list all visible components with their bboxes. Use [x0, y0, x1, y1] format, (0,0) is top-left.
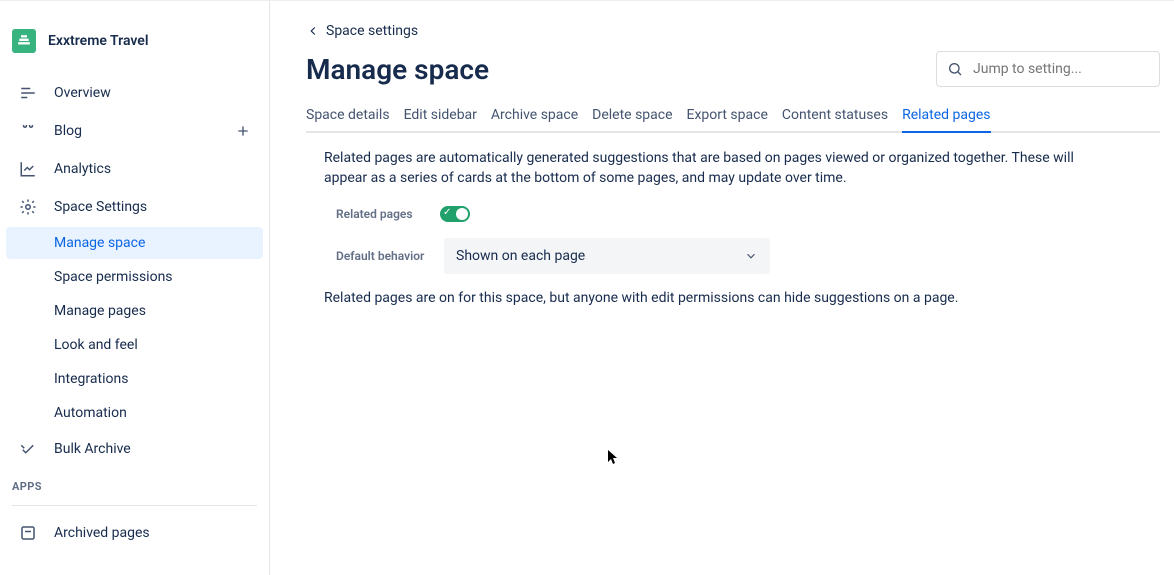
tab-delete-space[interactable]: Delete space: [592, 99, 672, 131]
default-behavior-select[interactable]: Shown on each page: [444, 238, 770, 274]
sidebar-item-label: Integrations: [54, 371, 128, 387]
add-blog-icon[interactable]: [235, 123, 251, 139]
related-pages-toggle[interactable]: ✓: [440, 206, 470, 222]
related-pages-description: Related pages are automatically generate…: [306, 149, 1160, 188]
tab-archive-space[interactable]: Archive space: [491, 99, 578, 131]
tabs: Space details Edit sidebar Archive space…: [306, 99, 1160, 133]
sidebar-item-manage-space[interactable]: Manage space: [6, 227, 263, 259]
divider: [12, 505, 257, 506]
tab-related-pages[interactable]: Related pages: [902, 99, 990, 131]
settings-search-box[interactable]: [936, 51, 1160, 87]
sidebar-item-label: Bulk Archive: [54, 441, 131, 457]
sidebar-item-analytics[interactable]: Analytics: [6, 151, 263, 187]
space-header: Exxtreme Travel: [0, 19, 269, 74]
search-icon: [947, 61, 963, 77]
sidebar: Exxtreme Travel Overview Blog Analytics …: [0, 1, 270, 575]
bulk-archive-icon: [18, 439, 38, 459]
settings-search-input[interactable]: [973, 61, 1151, 77]
space-logo: [12, 29, 36, 53]
tab-export-space[interactable]: Export space: [687, 99, 768, 131]
sidebar-item-integrations[interactable]: Integrations: [6, 363, 263, 395]
sidebar-item-blog[interactable]: Blog: [6, 113, 263, 149]
analytics-icon: [18, 159, 38, 179]
overview-icon: [18, 83, 38, 103]
sidebar-item-label: Manage pages: [54, 303, 146, 319]
default-behavior-label: Default behavior: [336, 249, 432, 263]
sidebar-item-label: Analytics: [54, 161, 111, 177]
blog-icon: [18, 121, 38, 141]
sidebar-item-label: Blog: [54, 123, 82, 139]
sidebar-item-bulk-archive[interactable]: Bulk Archive: [6, 431, 263, 467]
sidebar-item-label: Manage space: [54, 235, 145, 251]
sidebar-item-label: Space Settings: [54, 199, 147, 215]
main-content: Space settings Manage space Space detail…: [270, 1, 1174, 575]
toggle-knob: [456, 208, 468, 220]
sidebar-item-archived-pages[interactable]: Archived pages: [6, 515, 263, 551]
tab-space-details[interactable]: Space details: [306, 99, 390, 131]
sidebar-item-manage-pages[interactable]: Manage pages: [6, 295, 263, 327]
chevron-left-icon: [306, 24, 320, 38]
sidebar-item-label: Space permissions: [54, 269, 173, 285]
space-name: Exxtreme Travel: [48, 33, 148, 49]
sidebar-item-space-settings[interactable]: Space Settings: [6, 189, 263, 225]
back-link-label: Space settings: [326, 23, 418, 39]
sidebar-item-overview[interactable]: Overview: [6, 75, 263, 111]
sidebar-item-label: Overview: [54, 85, 111, 101]
tab-content-statuses[interactable]: Content statuses: [782, 99, 888, 131]
tab-edit-sidebar[interactable]: Edit sidebar: [404, 99, 477, 131]
sidebar-item-automation[interactable]: Automation: [6, 397, 263, 429]
check-icon: ✓: [443, 208, 451, 218]
related-pages-note: Related pages are on for this space, but…: [306, 290, 1160, 306]
sidebar-item-label: Look and feel: [54, 337, 138, 353]
archived-pages-icon: [18, 523, 38, 543]
toggle-label: Related pages: [336, 207, 432, 221]
apps-section-label: APPS: [0, 468, 269, 501]
back-link[interactable]: Space settings: [306, 23, 418, 39]
sidebar-item-label: Archived pages: [54, 525, 150, 541]
toggle-row: Related pages ✓: [306, 206, 1160, 222]
default-behavior-row: Default behavior Shown on each page: [306, 238, 1160, 274]
select-value: Shown on each page: [456, 248, 585, 264]
title-row: Manage space: [306, 51, 1160, 87]
chevron-down-icon: [744, 249, 758, 263]
page-title: Manage space: [306, 53, 489, 86]
settings-icon: [18, 197, 38, 217]
sidebar-item-label: Automation: [54, 405, 127, 421]
sidebar-item-look-and-feel[interactable]: Look and feel: [6, 329, 263, 361]
sidebar-item-space-permissions[interactable]: Space permissions: [6, 261, 263, 293]
